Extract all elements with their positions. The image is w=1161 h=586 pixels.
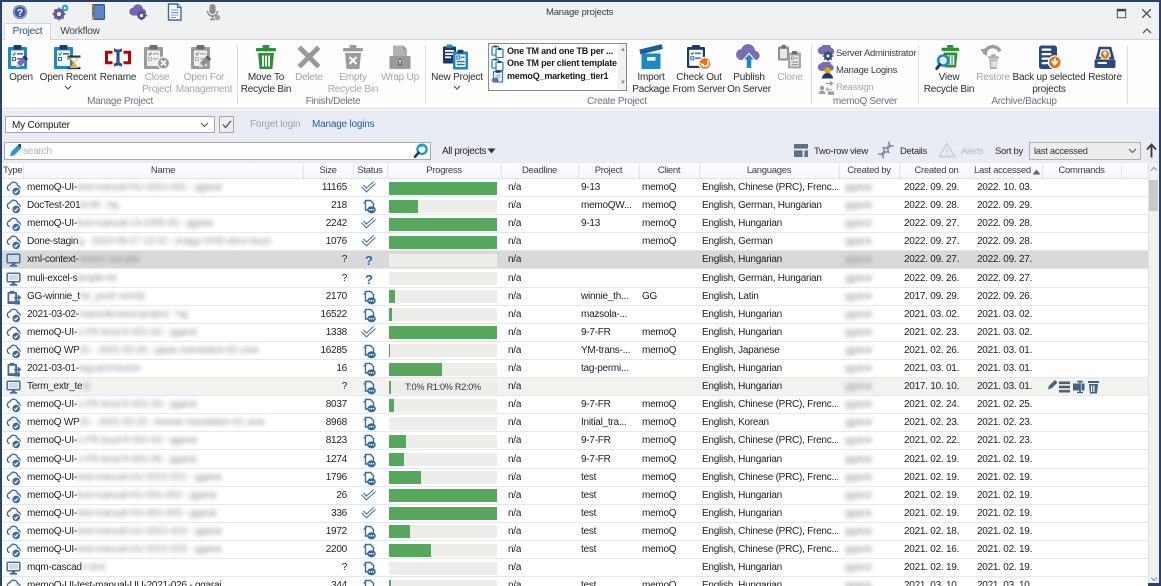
svg-text:?: ?	[17, 8, 23, 19]
